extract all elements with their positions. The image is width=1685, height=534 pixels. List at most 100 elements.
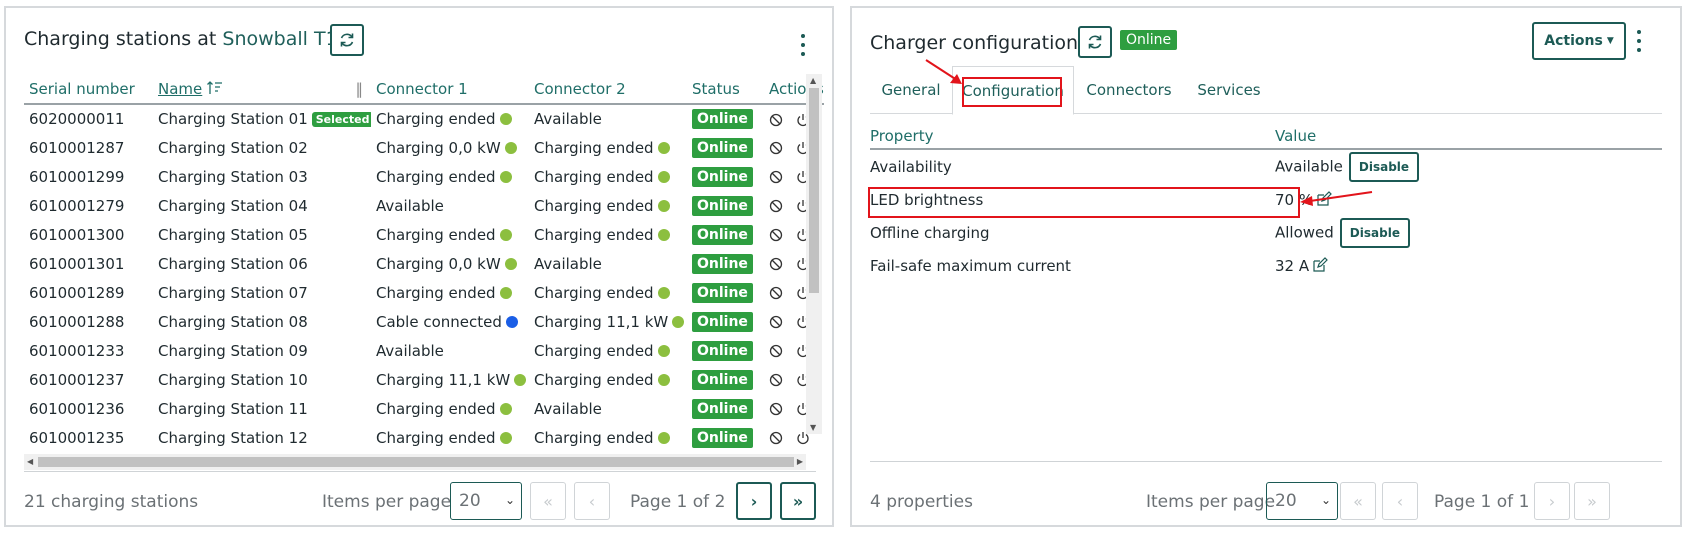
table-row[interactable]: 6010001236 Charging Station 11 Charging en… — [24, 394, 824, 423]
vertical-scrollbar[interactable]: ▲ ▼ — [806, 74, 822, 434]
col-connector2[interactable]: Connector 2 — [529, 74, 687, 105]
name-cell[interactable]: Charging Station 07 — [153, 278, 371, 307]
more-options-icon[interactable] — [798, 34, 808, 56]
table-row[interactable]: 6010001279 Charging Station 04 Available Ch… — [24, 191, 824, 220]
disable-icon[interactable] — [769, 402, 783, 416]
name-cell[interactable]: Charging Station 03 — [153, 162, 371, 191]
disable-icon[interactable] — [769, 199, 783, 213]
disable-button[interactable]: Disable — [1339, 217, 1410, 248]
items-per-page-select[interactable]: 20 ⌄ — [450, 482, 522, 520]
connector1-cell: Charging ended — [371, 162, 529, 191]
tab-connectors[interactable]: Connectors — [1074, 66, 1184, 114]
status-cell: Online — [687, 394, 764, 423]
connector-status-dot — [499, 431, 512, 444]
refresh-icon — [340, 33, 354, 47]
disable-icon[interactable] — [769, 170, 783, 184]
status-badge: Online — [692, 137, 753, 158]
connector2-cell: Available — [534, 399, 602, 418]
serial-cell: 6010001288 — [29, 312, 125, 331]
table-row[interactable]: 6010001287 Charging Station 02 Charging 0,… — [24, 133, 824, 162]
col-name[interactable]: Name ‖ — [153, 74, 371, 105]
status-badge: Online — [692, 398, 753, 419]
tab-services[interactable]: Services — [1184, 66, 1274, 114]
name-cell[interactable]: Charging Station 06 — [153, 249, 371, 278]
col-status[interactable]: Status — [687, 74, 764, 105]
items-per-page-select[interactable]: 20 ⌄ — [1266, 482, 1338, 520]
refresh-icon — [1088, 35, 1102, 49]
connector1-cell: Charging ended — [371, 423, 529, 452]
table-row[interactable]: 6010001299 Charging Station 03 Charging en… — [24, 162, 824, 191]
connector1-cell: Available — [376, 196, 444, 215]
panel-title: Charger configuration — [870, 32, 1079, 54]
status-badge: Online — [692, 427, 753, 448]
first-page-button[interactable]: « — [1340, 482, 1376, 520]
prev-page-button[interactable]: ‹ — [574, 482, 610, 520]
refresh-button[interactable] — [1078, 26, 1112, 58]
disable-icon[interactable] — [769, 286, 783, 300]
edit-icon[interactable] — [1312, 256, 1328, 273]
name-cell[interactable]: Charging Station 12 — [153, 423, 371, 452]
name-cell[interactable]: Charging Station 02 — [153, 133, 371, 162]
first-page-button[interactable]: « — [530, 482, 566, 520]
last-page-button[interactable]: » — [1574, 482, 1610, 520]
connector2-cell: Available — [534, 110, 602, 128]
stations-table: Serial number Name ‖ Connector 1 Connect… — [24, 74, 824, 452]
table-row[interactable]: 6010001288 Charging Station 08 Cable conne… — [24, 307, 824, 336]
disable-icon[interactable] — [769, 141, 783, 155]
disable-icon[interactable] — [769, 228, 783, 242]
table-row[interactable]: 6010001289 Charging Station 07 Charging en… — [24, 278, 824, 307]
name-cell[interactable]: Charging Station 08 — [153, 307, 371, 336]
prev-page-button[interactable]: ‹ — [1382, 482, 1418, 520]
col-property: Property — [870, 127, 934, 145]
table-row[interactable]: 6010001235 Charging Station 12 Charging en… — [24, 423, 824, 452]
connector1-cell: Charging 0,0 kW — [371, 133, 529, 162]
status-badge: Online — [692, 224, 753, 245]
serial-cell: 6010001237 — [29, 370, 125, 389]
next-page-button[interactable]: › — [1534, 482, 1570, 520]
actions-dropdown-button[interactable]: Actions ▼ — [1532, 22, 1626, 60]
table-row[interactable]: 6010001237 Charging Station 10 Charging 11… — [24, 365, 824, 394]
name-cell[interactable]: Charging Station 10 — [153, 365, 371, 394]
connector1-cell: Cable connected — [371, 307, 529, 336]
name-cell[interactable]: Charging Station 04 — [153, 191, 371, 220]
status-badge: Online — [692, 195, 753, 216]
table-row[interactable]: 6010001233 Charging Station 09 Available Ch… — [24, 336, 824, 365]
serial-cell: 6010001300 — [29, 225, 125, 244]
more-options-icon[interactable] — [1634, 30, 1644, 52]
name-cell[interactable]: Charging Station 01 Selected — [153, 104, 371, 133]
chevron-down-icon: ⌄ — [504, 493, 515, 507]
location-link[interactable]: Snowball T1 — [222, 28, 337, 50]
disable-icon[interactable] — [769, 257, 783, 271]
disable-button[interactable]: Disable — [1348, 151, 1420, 182]
refresh-button[interactable] — [330, 24, 364, 56]
last-page-button[interactable]: » — [780, 482, 816, 520]
col-serial[interactable]: Serial number — [24, 74, 153, 105]
disable-icon[interactable] — [769, 344, 783, 358]
connector-status-dot — [499, 228, 512, 241]
stations-table-container: Serial number Name ‖ Connector 1 Connect… — [24, 74, 824, 472]
serial-cell: 6010001233 — [29, 341, 125, 360]
column-resize-handle[interactable]: ‖ — [356, 80, 364, 98]
name-cell[interactable]: Charging Station 05 — [153, 220, 371, 249]
disable-icon[interactable] — [769, 431, 783, 445]
table-row[interactable]: 6010001301 Charging Station 06 Charging 0,… — [24, 249, 824, 278]
col-connector1[interactable]: Connector 1 — [371, 74, 529, 105]
property-value-cell: Allowed Disable — [1275, 217, 1410, 248]
status-badge: Online — [1120, 30, 1178, 50]
connector-status-dot — [499, 286, 512, 299]
disable-icon[interactable] — [769, 373, 783, 387]
disable-icon[interactable] — [769, 113, 783, 127]
connector2-cell: Charging ended — [529, 220, 687, 249]
status-badge: Online — [692, 369, 753, 390]
connector2-cell: Charging 11,1 kW — [529, 307, 687, 336]
horizontal-scrollbar[interactable]: ◀ ▶ — [24, 454, 806, 470]
name-cell[interactable]: Charging Station 11 — [153, 394, 371, 423]
disable-icon[interactable] — [769, 315, 783, 329]
property-value-cell: Available Disable — [1275, 151, 1420, 182]
next-page-button[interactable]: › — [736, 482, 772, 520]
table-row[interactable]: 6020000011 Charging Station 01 Selected Cha… — [24, 104, 824, 133]
table-row[interactable]: 6010001300 Charging Station 05 Charging en… — [24, 220, 824, 249]
name-cell[interactable]: Charging Station 09 — [153, 336, 371, 365]
connector-status-dot — [657, 373, 670, 386]
status-badge: Online — [692, 253, 753, 274]
